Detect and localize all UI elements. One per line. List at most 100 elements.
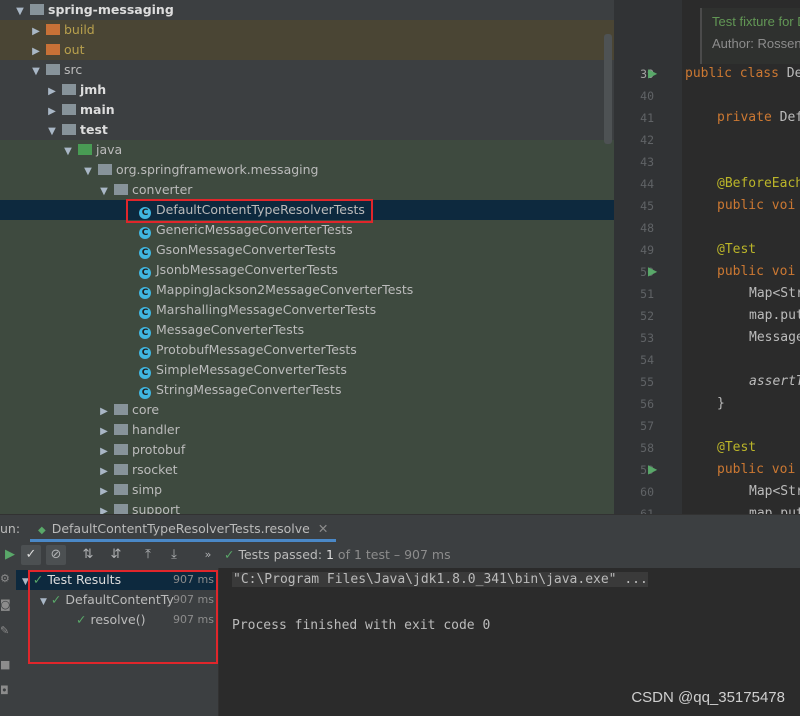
- collapse-all-icon[interactable]: ⤓: [164, 545, 184, 565]
- code-token: voi: [771, 198, 796, 213]
- highlight-box: [28, 570, 218, 664]
- console-command-line: "C:\Program Files\Java\jdk1.8.0_341\bin\…: [232, 572, 648, 587]
- tree-package-handler[interactable]: ▶ handler: [98, 420, 180, 440]
- wrench-icon[interactable]: ✎: [0, 624, 9, 637]
- tree-item-out[interactable]: ▶ out: [30, 40, 84, 60]
- line-number: 48: [640, 221, 654, 235]
- tree-scrollbar[interactable]: [604, 34, 612, 144]
- line-number: 45: [640, 199, 654, 213]
- console-output[interactable]: "C:\Program Files\Java\jdk1.8.0_341\bin\…: [218, 568, 800, 716]
- more-icon[interactable]: »: [198, 545, 218, 565]
- tree-class-6[interactable]: C MessageConverterTests: [139, 320, 304, 340]
- package-icon: [114, 404, 128, 415]
- chevron-down-icon[interactable]: ▼: [62, 142, 74, 162]
- sort-duration-icon[interactable]: ⇵: [106, 545, 126, 565]
- package-icon: [114, 464, 128, 475]
- tree-item-main[interactable]: ▶ main: [46, 100, 115, 120]
- tree-item-build[interactable]: ▶ build: [30, 20, 95, 40]
- line-number: 61: [640, 507, 654, 514]
- run-test-icon[interactable]: ▶: [648, 462, 657, 476]
- chevron-down-icon[interactable]: ▼: [14, 2, 26, 22]
- tree-root[interactable]: ▼ spring-messaging: [14, 0, 174, 20]
- tree-class-2[interactable]: C GsonMessageConverterTests: [139, 240, 336, 260]
- chevron-down-icon[interactable]: ▼: [30, 62, 42, 82]
- tree-package-protobuf[interactable]: ▶ protobuf: [98, 440, 185, 460]
- code-token: public: [717, 462, 772, 477]
- chevron-right-icon[interactable]: ▶: [98, 482, 110, 502]
- line-number: 57: [640, 419, 654, 433]
- package-icon: [114, 504, 128, 514]
- chevron-right-icon[interactable]: ▶: [98, 422, 110, 442]
- chevron-down-icon[interactable]: ▼: [98, 182, 110, 202]
- settings-icon[interactable]: ⚙: [0, 572, 10, 585]
- run-label: un:: [0, 521, 21, 536]
- tree-item-jmh[interactable]: ▶ jmh: [46, 80, 106, 100]
- line-number: 60: [640, 485, 654, 499]
- show-passed-toggle[interactable]: ✓: [21, 545, 41, 565]
- code-line: @Test: [717, 242, 757, 257]
- tree-item-label: src: [64, 62, 83, 77]
- run-tab[interactable]: ◆ DefaultContentTypeResolverTests.resolve…: [30, 515, 337, 542]
- tree-class-4[interactable]: C MappingJackson2MessageConverterTests: [139, 280, 413, 300]
- dump-icon[interactable]: ◘: [0, 684, 9, 697]
- tree-item-label: org.springframework.messaging: [116, 162, 319, 177]
- class-label: GsonMessageConverterTests: [156, 242, 336, 257]
- run-test-class-icon[interactable]: ▶: [648, 66, 657, 80]
- chevron-right-icon[interactable]: ▶: [98, 502, 110, 514]
- tree-item-converter[interactable]: ▼ converter: [98, 180, 192, 200]
- tree-item-label: test: [80, 122, 108, 137]
- tree-package-support[interactable]: ▶ support: [98, 500, 180, 514]
- run-test-icon[interactable]: ▶: [648, 264, 657, 278]
- class-label: StringMessageConverterTests: [156, 382, 342, 397]
- sort-alpha-icon[interactable]: ⇅: [78, 545, 98, 565]
- test-status: ✓ Tests passed: 1 of 1 test – 907 ms: [224, 547, 451, 562]
- chevron-right-icon[interactable]: ▶: [46, 102, 58, 122]
- tree-class-7[interactable]: C ProtobufMessageConverterTests: [139, 340, 357, 360]
- excluded-out-bg: [0, 40, 614, 60]
- code-editor[interactable]: Test fixture for D Author: Rossen S 39 4…: [614, 0, 800, 514]
- code-line: Message: [749, 330, 800, 345]
- highlight-box: [126, 199, 373, 223]
- doc-line: Author: Rossen S: [712, 36, 800, 51]
- test-runner-toolbar: ▶ ✓ ⊘ ⇅ ⇵ ⤒ ⤓ » ✓ Tests passed: 1 of 1 t…: [0, 542, 800, 569]
- tree-item-test[interactable]: ▼ test: [46, 120, 108, 140]
- chevron-down-icon[interactable]: ▼: [46, 122, 58, 142]
- project-tree-panel: ▼ spring-messaging ▶ build ▶ out ▼ src ▶ jmh …: [0, 0, 614, 514]
- tree-item-src[interactable]: ▼ src: [30, 60, 82, 80]
- show-ignored-toggle[interactable]: ⊘: [46, 545, 66, 565]
- rerun-icon[interactable]: ▶: [0, 545, 20, 565]
- chevron-right-icon[interactable]: ▶: [98, 442, 110, 462]
- tree-class-8[interactable]: C SimpleMessageConverterTests: [139, 360, 347, 380]
- tree-package-core[interactable]: ▶ core: [98, 400, 159, 420]
- watermark: CSDN @qq_35175478: [631, 689, 785, 706]
- expand-all-icon[interactable]: ⤒: [138, 545, 158, 565]
- chevron-right-icon[interactable]: ▶: [30, 42, 42, 62]
- chevron-right-icon[interactable]: ▶: [46, 82, 58, 102]
- line-number: 58: [640, 441, 654, 455]
- stop-icon[interactable]: ■: [0, 658, 10, 671]
- tree-class-3[interactable]: C JsonbMessageConverterTests: [139, 260, 338, 280]
- status-rest: of 1 test – 907 ms: [333, 547, 451, 562]
- tree-package-rsocket[interactable]: ▶ rsocket: [98, 460, 177, 482]
- tree-item-java[interactable]: ▼ java: [62, 140, 122, 160]
- folder-icon: [46, 64, 60, 75]
- line-number: 43: [640, 155, 654, 169]
- chevron-right-icon[interactable]: ▶: [98, 402, 110, 422]
- tree-root-label: spring-messaging: [48, 2, 174, 17]
- chevron-right-icon[interactable]: ▶: [30, 22, 42, 42]
- tree-class-1[interactable]: C GenericMessageConverterTests: [139, 220, 353, 240]
- code-line: assertT: [749, 374, 800, 389]
- camera-icon[interactable]: ◙: [0, 598, 11, 611]
- chevron-down-icon[interactable]: ▼: [82, 162, 94, 182]
- tree-item-package[interactable]: ▼ org.springframework.messaging: [82, 160, 319, 182]
- tree-class-9[interactable]: C StringMessageConverterTests: [139, 380, 341, 400]
- tree-package-simp[interactable]: ▶ simp: [98, 480, 162, 500]
- test-folder-icon: [78, 144, 92, 155]
- tree-class-5[interactable]: C MarshallingMessageConverterTests: [139, 300, 376, 320]
- code-token: public class: [685, 66, 787, 81]
- tree-item-label: handler: [132, 422, 180, 437]
- line-number: 55: [640, 375, 654, 389]
- tree-item-label: out: [64, 42, 85, 57]
- close-icon[interactable]: ✕: [318, 521, 328, 536]
- chevron-right-icon[interactable]: ▶: [98, 462, 110, 482]
